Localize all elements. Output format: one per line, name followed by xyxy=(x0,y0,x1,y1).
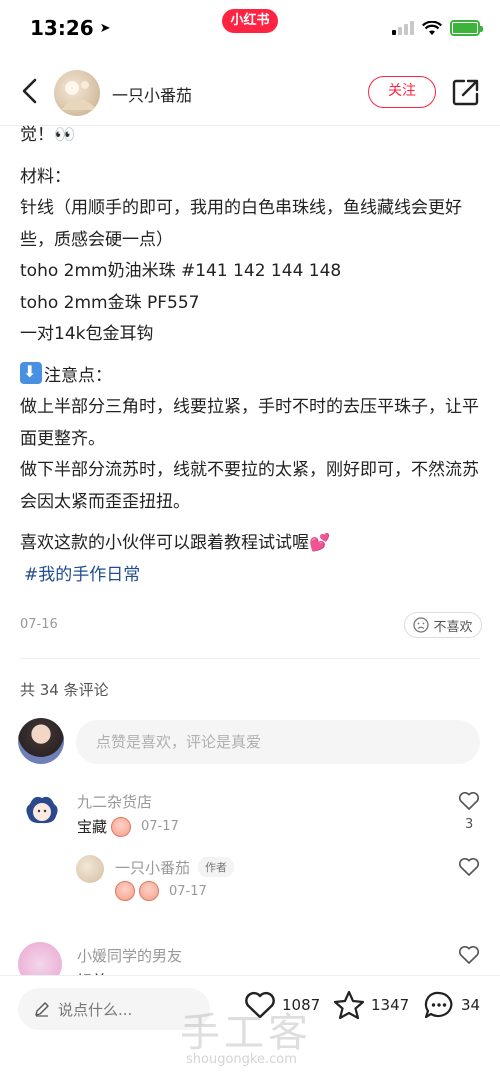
comment-like-count: 3 xyxy=(465,817,474,832)
sad-face-icon xyxy=(413,617,430,633)
back-arrow-icon[interactable] xyxy=(18,76,42,106)
notes-heading: 注意点： xyxy=(20,356,485,393)
comment-date: 07-17 xyxy=(141,819,179,834)
note-item: 做下半部分流苏时，线就不要拉的太紧，刚好即可，不然流苏会因太紧而歪歪扭扭。 xyxy=(20,460,479,512)
comment-count: 共 34 条评论 xyxy=(20,681,109,699)
favorite-count: 1347 xyxy=(371,996,410,1014)
star-icon xyxy=(333,990,365,1020)
author-name[interactable]: 一只小番茄 xyxy=(112,82,192,106)
notes-title: 注意点： xyxy=(44,365,112,386)
status-indicators xyxy=(392,20,483,36)
dislike-label: 不喜欢 xyxy=(433,619,473,635)
watermark: 手工客 xyxy=(180,1010,312,1056)
share-icon[interactable] xyxy=(452,78,480,106)
post-line-top: 觉！👀 xyxy=(20,125,76,145)
heart-icon[interactable] xyxy=(458,945,480,965)
chat-bubble-icon xyxy=(424,991,453,1019)
watermark-url: shougongke.com xyxy=(186,1052,297,1067)
reply-date: 07-17 xyxy=(169,883,207,899)
author-avatar-illustration xyxy=(62,81,96,110)
post-date: 07-16 xyxy=(20,617,58,632)
post-closing: 喜欢这款的小伙伴可以跟着教程试试喔💕 xyxy=(20,533,331,553)
reply-author-avatar[interactable] xyxy=(76,855,104,883)
reply-author[interactable]: 一只小番茄 作者 xyxy=(115,857,235,878)
pencil-icon xyxy=(35,1002,49,1017)
status-bar: 13:26 ➤ 小红书 xyxy=(0,0,500,58)
commenter-avatar[interactable] xyxy=(20,790,64,834)
wifi-icon xyxy=(422,20,442,35)
materials-title: 材料： xyxy=(20,166,71,187)
current-user-avatar xyxy=(18,718,64,764)
reply-author-name: 一只小番茄 xyxy=(115,859,191,877)
divider xyxy=(20,658,480,659)
follow-button[interactable]: 关注 xyxy=(368,76,436,108)
down-arrow-icon xyxy=(20,356,42,387)
material-item: toho 2mm金珠 PF557 xyxy=(20,292,200,313)
hashtag-link[interactable]: #我的手作日常 xyxy=(24,565,140,585)
peach-emoji-icon xyxy=(139,881,159,901)
material-item: 针线（用顺手的即可，我用的白色串珠线，鱼线藏线会更好些，质感会硬一点） xyxy=(20,198,462,250)
comment-total: 34 xyxy=(461,996,481,1014)
author-avatar[interactable] xyxy=(54,70,100,116)
heart-icon[interactable] xyxy=(458,857,480,877)
brand-badge: 小红书 xyxy=(222,9,278,33)
post-header: 一只小番茄 关注 xyxy=(0,58,500,126)
battery-icon xyxy=(450,20,483,36)
comment-button[interactable]: 34 xyxy=(423,990,480,1020)
comment-text: 宝藏 xyxy=(77,818,108,836)
material-item: toho 2mm奶油米珠 #141 142 144 148 xyxy=(20,261,342,281)
comment-body: 宝藏 07-17 xyxy=(77,816,179,837)
location-arrow-icon: ➤ xyxy=(99,20,111,36)
status-time: 13:26 ➤ xyxy=(30,16,111,40)
dislike-button[interactable]: 不喜欢 xyxy=(404,612,482,638)
note-item: 做上半部分三角时，线要拉紧，手时不时的去压平珠子，让平面更整齐。 xyxy=(20,397,479,449)
commenter-name[interactable]: 小媛同学的男友 xyxy=(77,945,182,966)
peach-emoji-icon xyxy=(111,816,132,837)
peach-emoji-icon xyxy=(115,881,135,901)
time-text: 13:26 xyxy=(30,16,94,40)
post-content: 觉！👀 材料： 针线（用顺手的即可，我用的白色串珠线，鱼线藏线会更好些，质感会硬… xyxy=(20,120,485,591)
favorite-button[interactable]: 1347 xyxy=(333,990,409,1020)
commenter-name[interactable]: 九二杂货店 xyxy=(77,791,152,812)
comment-input[interactable]: 点赞是喜欢，评论是真爱 xyxy=(76,720,480,764)
bottom-input-placeholder: 说点什么... xyxy=(58,1000,133,1019)
author-tag: 作者 xyxy=(198,857,235,877)
heart-icon[interactable] xyxy=(458,791,480,811)
material-item: 一对14k包金耳钩 xyxy=(20,324,154,344)
reply-body: 07-17 xyxy=(115,881,207,901)
cellular-signal-icon xyxy=(392,21,414,35)
commenter-avatar-logo xyxy=(26,796,58,831)
